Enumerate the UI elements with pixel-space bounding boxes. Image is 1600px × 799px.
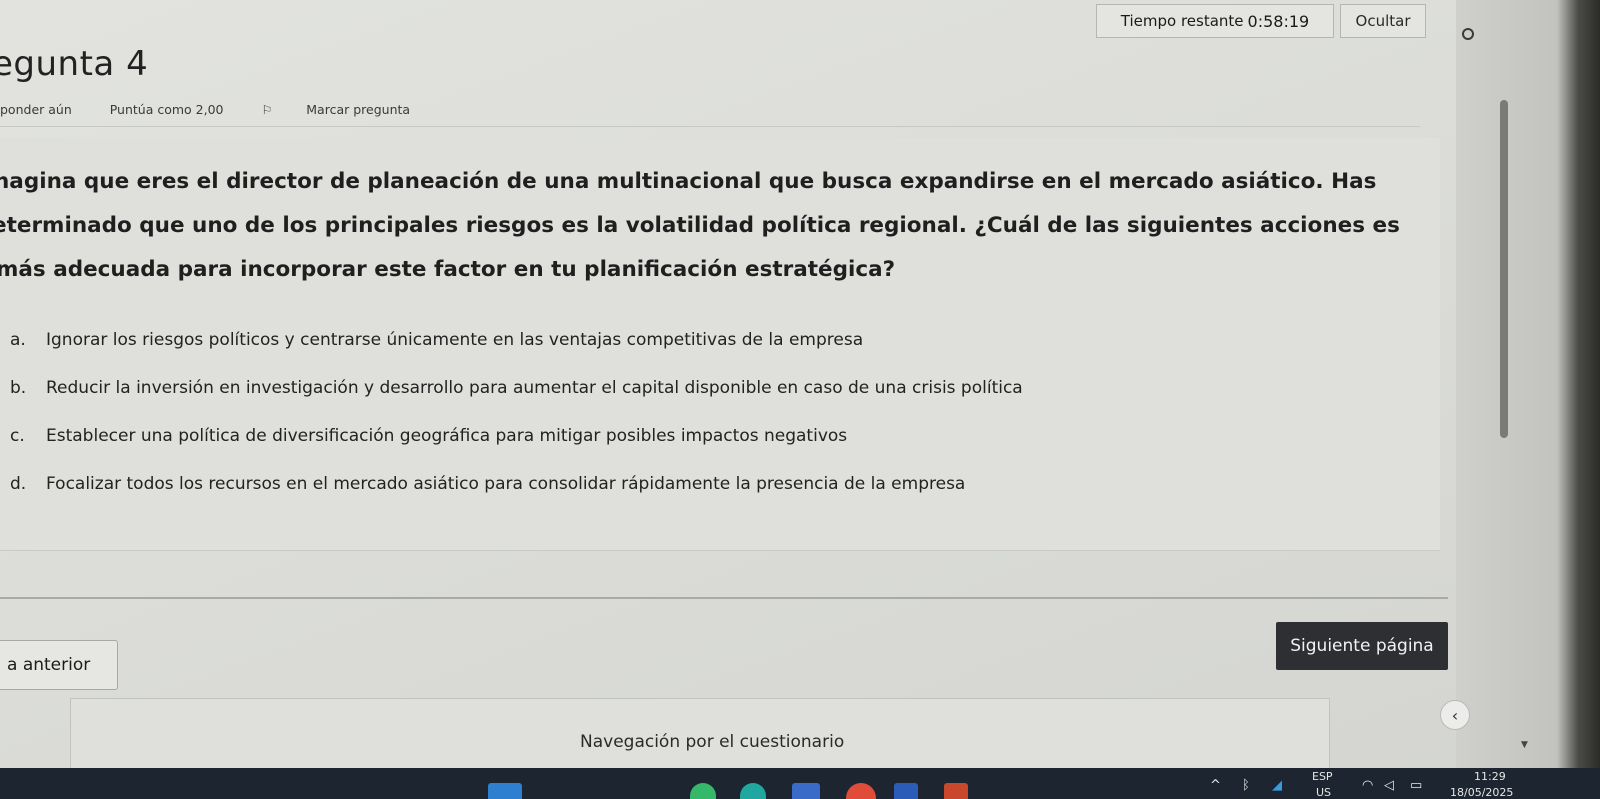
- timer-label: Tiempo restante: [1120, 12, 1244, 30]
- question-points: Puntúa como 2,00: [109, 102, 224, 117]
- flag-question-link[interactable]: ⚐ Marcar pregunta: [262, 102, 445, 117]
- question-status: ponder aún: [0, 102, 72, 117]
- answer-text: Ignorar los riesgos políticos y centrars…: [46, 330, 864, 350]
- chevron-down-icon[interactable]: ▼: [1521, 740, 1528, 750]
- question-text-line: eterminado que uno de los principales ri…: [0, 213, 1400, 238]
- language-indicator[interactable]: ESP: [1312, 770, 1333, 783]
- question-title: egunta 4: [0, 44, 149, 84]
- clock-date[interactable]: 18/05/2025: [1450, 786, 1513, 799]
- taskbar-app-icon[interactable]: [792, 783, 820, 799]
- answer-option-d[interactable]: d. Focalizar todos los recursos en el mer…: [10, 474, 965, 494]
- battery-icon[interactable]: ▭: [1410, 778, 1422, 793]
- flag-question-label: Marcar pregunta: [306, 102, 411, 117]
- answer-option-b[interactable]: b. Reducir la inversión en investigación …: [10, 378, 1023, 398]
- answer-letter: c.: [10, 426, 25, 446]
- answer-letter: b.: [10, 378, 27, 398]
- speaker-icon[interactable]: ◁: [1384, 778, 1394, 793]
- hide-timer-button[interactable]: Ocultar: [1340, 4, 1426, 38]
- next-page-button[interactable]: Siguiente página: [1276, 622, 1448, 670]
- question-text: nagina que eres el director de planeació…: [0, 160, 1450, 292]
- chevron-up-icon[interactable]: ^: [1210, 778, 1221, 793]
- taskbar-app-icon[interactable]: [894, 783, 918, 799]
- question-meta: ponder aún Puntúa como 2,00 ⚐ Marcar preg…: [0, 102, 478, 117]
- answer-text: Reducir la inversión en investigación y …: [46, 378, 1023, 398]
- language-layout: US: [1316, 786, 1332, 799]
- flag-icon: ⚐: [261, 103, 273, 117]
- taskbar-app-icon[interactable]: [488, 783, 522, 799]
- answer-text: Focalizar todos los recursos en el merca…: [46, 474, 966, 494]
- ring-icon: [1462, 28, 1474, 40]
- answer-option-c[interactable]: c. Establecer una política de diversifica…: [10, 426, 847, 446]
- wifi-icon[interactable]: ◠: [1362, 778, 1373, 793]
- scrollbar-thumb[interactable]: [1500, 100, 1508, 438]
- answer-option-a[interactable]: a. Ignorar los riesgos políticos y centra…: [10, 330, 863, 350]
- quiz-navigation-title[interactable]: Navegación por el cuestionario: [580, 732, 844, 752]
- divider: [0, 126, 1420, 127]
- taskbar-app-icon[interactable]: [944, 783, 968, 799]
- bluetooth-icon[interactable]: ᛒ: [1242, 778, 1250, 793]
- scroll-gutter: [1456, 0, 1600, 799]
- answer-text: Establecer una política de diversificaci…: [46, 426, 848, 446]
- divider: [0, 597, 1448, 599]
- question-text-line: nagina que eres el director de planeació…: [0, 169, 1377, 194]
- clock-time[interactable]: 11:29: [1474, 770, 1506, 783]
- language-top: ESP: [1312, 770, 1333, 783]
- timer: Tiempo restante 0:58:19: [1096, 4, 1334, 38]
- chevron-left-icon[interactable]: ‹: [1440, 700, 1470, 730]
- answer-letter: a.: [10, 330, 26, 350]
- timer-value: 0:58:19: [1247, 11, 1310, 31]
- question-text-line: más adecuada para incorporar este factor…: [0, 257, 896, 282]
- answer-letter: d.: [10, 474, 27, 494]
- previous-page-button[interactable]: a anterior: [0, 640, 118, 690]
- network-app-icon[interactable]: ◢: [1272, 778, 1282, 793]
